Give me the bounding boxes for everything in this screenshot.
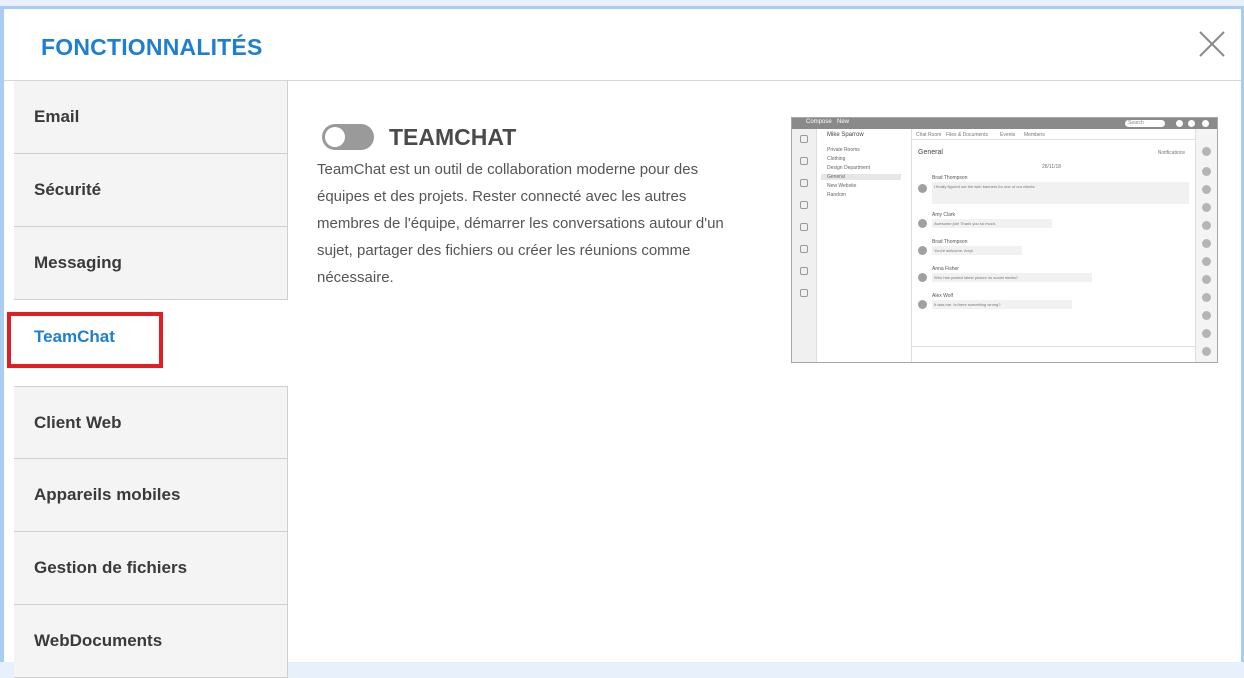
preview-member-avatar [1202,257,1211,266]
preview-avatar [918,246,927,255]
preview-author: Anna Fisher [932,266,959,272]
sidebar-item-client-web[interactable]: Client Web [14,386,288,459]
preview-chat: Chat Room Files & Documents Events Membe… [912,129,1195,362]
preview-room: New Website [827,183,857,189]
preview-avatar [918,184,927,193]
feature-title: TEAMCHAT [389,124,517,150]
preview-chat-icon [800,157,808,165]
preview-members [1195,129,1217,362]
feature-preview-image: Compose New Search Mike Sparrow Private … [791,117,1218,363]
preview-message: I finally figured out the web banners fo… [932,182,1189,204]
preview-room: Random [827,192,846,198]
preview-rooms: Mike Sparrow Private Rooms Clothing Desi… [817,129,912,362]
sidebar-item-security[interactable]: Sécurité [14,154,288,227]
close-icon[interactable] [1197,29,1227,59]
feature-description: TeamChat est un outil de collaboration m… [317,161,724,286]
preview-message: Who has posted latest picture on social … [932,273,1092,282]
preview-tab: Files & Documents [946,132,988,138]
toggle-knob [325,127,345,147]
sidebar-item-mobile-devices[interactable]: Appareils mobiles [14,459,288,532]
preview-author: Brad Thompson [932,239,968,245]
preview-trash-icon [800,289,808,297]
preview-author: Alex Wolf [932,293,954,299]
preview-room: Clothing [827,156,846,162]
preview-avatar-icon [1202,120,1209,127]
preview-calendar-icon [800,179,808,187]
preview-member-avatar [1202,293,1211,302]
preview-author: Amy Clark [932,212,956,218]
sidebar-item-webdocuments[interactable]: WebDocuments [14,605,288,678]
preview-avatar [918,273,927,282]
preview-room-title: General [918,149,943,156]
sidebar-item-label: Sécurité [34,180,102,199]
preview-compose: Compose [806,119,832,125]
sidebar-item-label: Messaging [34,253,122,272]
feature-toggle[interactable] [322,124,374,150]
preview-rail [792,129,817,362]
preview-circle-icon [1176,120,1183,127]
preview-toolbar: Compose New Search [792,118,1217,129]
preview-avatar [918,219,927,228]
preview-room: Design Department [827,165,871,171]
preview-member-avatar [1202,311,1211,320]
features-dialog: FONCTIONNALITÉS Email Sécurité Messaging… [0,6,1244,678]
feature-panel: TEAMCHAT TeamChat est un outil de collab… [288,81,1241,662]
preview-tabs: Chat Room Files & Documents Events Membe… [912,129,1195,140]
sidebar-item-label: Email [34,107,80,126]
preview-files-icon [800,267,808,275]
sidebar-item-teamchat[interactable]: TeamChat [14,300,288,373]
preview-mail-icon [800,135,808,143]
preview-avatar [918,300,927,309]
preview-tab: Chat Room [916,132,942,138]
preview-member-avatar [1202,221,1211,230]
sidebar-item-label: WebDocuments [34,631,163,650]
preview-notes-icon [800,223,808,231]
preview-circle-icon [1188,120,1195,127]
preview-member-avatar [1202,203,1211,212]
preview-room: General [821,174,901,180]
preview-author: Brad Thompson [932,175,968,181]
dialog-title: FONCTIONNALITÉS [41,34,263,60]
preview-user: Mike Sparrow [827,132,864,138]
preview-member-avatar [1202,239,1211,248]
preview-member-avatar [1202,329,1211,338]
preview-tab: Events [1000,132,1016,138]
preview-member-avatar [1202,185,1211,194]
preview-notifications: Notifications [1157,150,1185,156]
sidebar-item-label: TeamChat [34,326,115,346]
preview-composer [912,346,1195,362]
sidebar-item-messaging[interactable]: Messaging [14,227,288,300]
preview-message: It was me. Is there something wrong? [932,300,1072,309]
sidebar-item-label: Gestion de fichiers [34,558,188,577]
preview-tab: Members [1024,132,1045,138]
preview-message: You're welcome, Amy! [932,246,1022,255]
preview-date: 28/11/18 [1042,164,1062,170]
preview-room: Private Rooms [827,147,860,153]
preview-contacts-icon [800,201,808,209]
preview-member-avatar [1202,147,1211,156]
sidebar-item-label: Appareils mobiles [34,485,181,504]
preview-new: New [837,119,850,125]
sidebar-item-email[interactable]: Email [14,81,288,154]
preview-member-avatar [1202,347,1211,356]
preview-search: Search [1125,120,1165,127]
features-sidebar: Email Sécurité Messaging TeamChat Client… [14,81,288,678]
preview-message: Awesome job! Thank you so much. [932,219,1052,228]
sidebar-item-label: Client Web [34,412,122,432]
preview-tasks-icon [800,245,808,253]
dialog-header: FONCTIONNALITÉS [4,9,1241,81]
sidebar-item-file-management[interactable]: Gestion de fichiers [14,532,288,605]
preview-member-avatar [1202,167,1211,176]
preview-member-avatar [1202,275,1211,284]
